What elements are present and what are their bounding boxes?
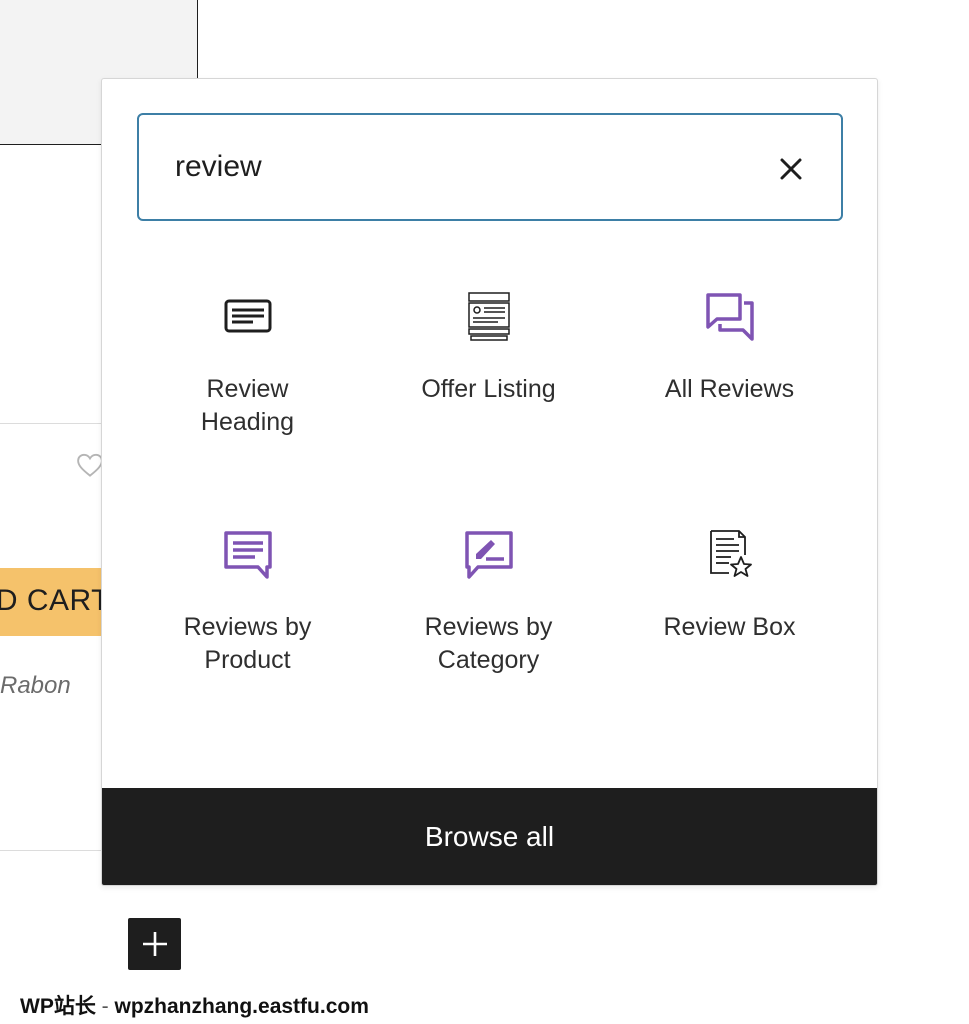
document-star-icon [709,530,752,577]
speech-bubble-edit-icon [464,531,513,579]
text-lines-icon [224,299,271,333]
add-to-cart-label: D CART [0,584,110,617]
block-label: Reviews by Product [183,613,312,674]
clear-search-button[interactable] [771,149,811,189]
watermark-site: wpzhanzhang.eastfu.com [114,995,369,1018]
add-block-button[interactable] [128,918,181,970]
block-label: Review Box [663,613,796,641]
search-input[interactable] [175,145,735,189]
comments-icon [705,293,754,341]
block-all-reviews[interactable]: All Reviews [609,289,850,406]
speech-bubble-lines-icon [223,531,272,579]
block-label: Review Heading [200,375,295,436]
block-label: All Reviews [664,375,795,403]
add-to-cart-button[interactable]: D CART [0,568,110,636]
watermark: WP站长 - wpzhanzhang.eastfu.com [20,990,369,1020]
close-icon [780,158,802,180]
search-box [137,113,843,221]
product-card [0,423,110,851]
block-label: Reviews by Category [424,613,553,674]
watermark-separator: - [101,995,109,1018]
block-reviews-by-category[interactable]: Reviews by Category [368,527,609,677]
browse-all-button[interactable]: Browse all [102,788,877,885]
watermark-brand: WP站长 [20,995,96,1018]
block-reviews-by-product[interactable]: Reviews by Product [127,527,368,677]
block-inserter-popover: Review Heading Offer Listing All Reviews [101,78,878,886]
block-offer-listing[interactable]: Offer Listing [368,289,609,406]
block-review-box[interactable]: Review Box [609,527,850,644]
plus-icon [142,932,167,956]
block-review-heading[interactable]: Review Heading [127,289,368,439]
offer-listing-icon [467,292,510,341]
block-label: Offer Listing [421,375,556,403]
product-author: Rabon [0,672,71,699]
